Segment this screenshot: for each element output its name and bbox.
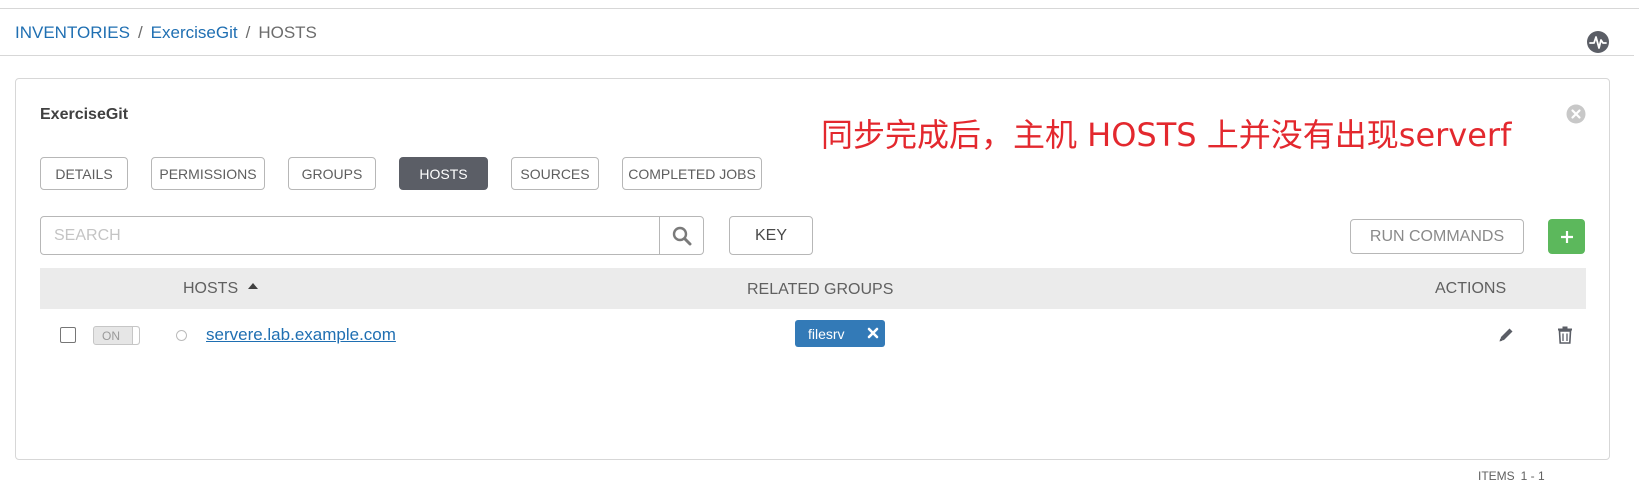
items-range: 1 - 1 xyxy=(1520,469,1545,483)
tab-permissions[interactable]: PERMISSIONS xyxy=(151,157,265,190)
pagination-count: ITEMS 1 - 1 xyxy=(1478,469,1545,483)
inventory-hosts-panel: ExerciseGit 同步完成后，主机 HOSTS 上并没有出现serverf… xyxy=(15,78,1610,483)
tab-sources[interactable]: SOURCES xyxy=(511,157,599,190)
tab-groups[interactable]: GROUPS xyxy=(288,157,376,190)
close-icon[interactable] xyxy=(1566,104,1586,124)
breadcrumb-inventories[interactable]: INVENTORIES xyxy=(15,23,130,42)
edit-pencil-icon[interactable] xyxy=(1497,326,1515,344)
column-header-actions: ACTIONS xyxy=(1435,280,1507,297)
host-name-link[interactable]: servere.lab.example.com xyxy=(206,325,396,345)
panel-title: ExerciseGit xyxy=(40,106,129,123)
remove-group-icon[interactable] xyxy=(866,326,880,340)
add-host-button[interactable] xyxy=(1548,219,1585,254)
column-header-related-groups: RELATED GROUPS xyxy=(747,281,894,298)
breadcrumb-bar: INVENTORIES / ExerciseGit / HOSTS xyxy=(0,9,1634,56)
activity-stream-icon[interactable] xyxy=(1586,30,1610,54)
host-status-icon xyxy=(176,330,187,341)
toggle-label: ON xyxy=(102,328,120,343)
host-enabled-toggle[interactable]: ON xyxy=(93,326,140,345)
tab-hosts[interactable]: HOSTS xyxy=(399,157,488,190)
toggle-knob xyxy=(132,327,139,344)
key-button[interactable]: KEY xyxy=(729,216,813,255)
plus-icon xyxy=(1560,230,1573,243)
breadcrumb-separator: / xyxy=(137,23,143,42)
group-tag: filesrv xyxy=(795,320,885,347)
table-header: HOSTS RELATED GROUPS ACTIONS xyxy=(40,268,1586,309)
items-label: ITEMS xyxy=(1478,469,1515,483)
breadcrumb-current: HOSTS xyxy=(258,23,317,42)
column-header-hosts[interactable]: HOSTS xyxy=(183,280,259,298)
tab-completed-jobs[interactable]: COMPLETED JOBS xyxy=(622,157,762,190)
tab-details[interactable]: DETAILS xyxy=(40,157,128,190)
run-commands-button[interactable]: RUN COMMANDS xyxy=(1350,219,1524,254)
column-hosts-label: HOSTS xyxy=(183,280,239,297)
annotation-note: 同步完成后，主机 HOSTS 上并没有出现serverf xyxy=(821,116,1512,154)
trash-icon[interactable] xyxy=(1557,326,1573,344)
search-bar xyxy=(40,216,704,255)
group-tag-label: filesrv xyxy=(808,325,845,342)
breadcrumb-exercisegit[interactable]: ExerciseGit xyxy=(151,23,238,42)
breadcrumb: INVENTORIES / ExerciseGit / HOSTS xyxy=(15,23,317,43)
search-button[interactable] xyxy=(659,217,703,254)
table-row: ON servere.lab.example.com filesrv xyxy=(40,311,1586,361)
search-input[interactable] xyxy=(41,217,659,254)
search-icon xyxy=(672,226,691,245)
row-select-checkbox[interactable] xyxy=(60,327,76,343)
breadcrumb-separator: / xyxy=(245,23,251,42)
sort-ascending-icon xyxy=(248,283,259,289)
